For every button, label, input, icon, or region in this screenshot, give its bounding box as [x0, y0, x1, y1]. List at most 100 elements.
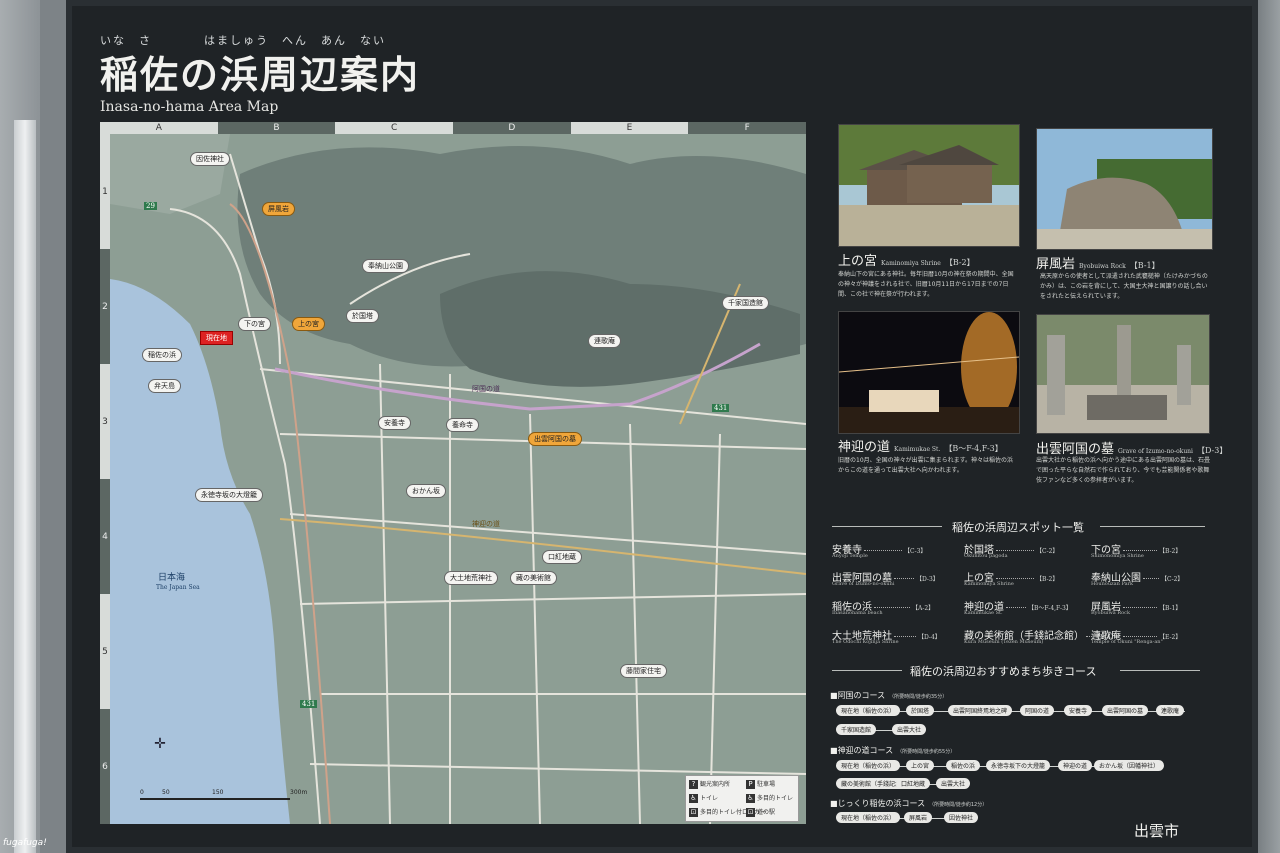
- place-byobuiwa: 屏風岩: [262, 202, 295, 216]
- place-shimonomiya: 下の宮: [238, 317, 271, 331]
- spot-item: 安養寺 【C-3】 Anyoji Temple: [832, 545, 927, 559]
- photo-title-kamimukae: 神迎の道 Kamimukae St. 【B～F-4,F-3】: [838, 440, 1003, 455]
- course-stop: 連歌庵: [1156, 705, 1185, 716]
- course-stop: 因佐神社: [944, 812, 979, 823]
- spot-item: 大土地荒神社 【D-4】 The Odochi Kojinja Shrine: [832, 631, 941, 645]
- grid-column-labels: A B C D E F: [100, 122, 807, 134]
- course-stop: 現在地（稲佐の浜）: [836, 812, 901, 823]
- course-stop: 神迎の道: [1058, 760, 1093, 771]
- okuni-road-label: 阿国の道: [472, 385, 500, 393]
- legend-item: ? 観光案内所: [689, 779, 730, 789]
- course-stop: 現在地（稲佐の浜）: [836, 705, 901, 716]
- route-number: 431: [712, 404, 730, 412]
- course-stop: 上の宮: [906, 760, 935, 771]
- place-okanzaka: おかん坂: [406, 484, 446, 498]
- divider: [832, 526, 942, 527]
- divider: [1100, 526, 1205, 527]
- course-stop: 千家国造館: [836, 724, 877, 735]
- place-hounou-park: 奉納山公園: [362, 259, 409, 273]
- place-kuchibeni: 口紅地蔵: [542, 550, 582, 564]
- course-stop: 屏風岩: [904, 812, 933, 823]
- courses-title: 稲佐の浜周辺おすすめまち歩きコース: [910, 665, 1097, 678]
- info-icon: ?: [689, 780, 698, 789]
- map-legend: ? 観光案内所 P 駐車場 ♿ トイレ ♿ 多目的トイレ ⊡ 多目的トイレ付ロッカー ⊡ 道…: [685, 775, 799, 822]
- spot-item: 出雲阿国の墓 【D-3】 Grave of Izumo-no-okuni: [832, 573, 939, 587]
- photo-title-byobuiwa: 屏風岩 Byobuiwa Rock 【B-1】: [1036, 257, 1160, 272]
- photo-byobuiwa: [1036, 128, 1213, 250]
- course-stop: おかん坂（因幡神社）: [1094, 760, 1165, 771]
- accessible-toilet-icon: ♿: [746, 794, 755, 803]
- spot-item: 上の宮 【B-2】 Kaminomiya Shrine: [964, 573, 1059, 587]
- parking-icon: P: [746, 780, 755, 789]
- map-canvas: [110, 134, 806, 824]
- course-stop: 出雲阿国終焉地之碑: [948, 705, 1013, 716]
- course-stop: 阿国の道: [1020, 705, 1055, 716]
- place-kaminomiya: 上の宮: [292, 317, 325, 331]
- place-bentenjima: 弁天島: [148, 379, 181, 393]
- grid-col: B: [217, 122, 336, 134]
- sea-label-jp: 日本海: [158, 573, 186, 583]
- photo-kaminomiya: [838, 124, 1020, 247]
- photo-desc-kaminomiya: 奉納山下の宮にある神社。毎年旧暦10月の神在祭の期間中、全国の神々が神議をされる…: [838, 271, 1014, 298]
- spot-item: 奉納山公園 【C-2】 Hounouzan Park: [1091, 573, 1184, 587]
- course-stop: 永徳寺坂下の大燈籠: [986, 760, 1051, 771]
- divider: [832, 670, 902, 671]
- grid-row-labels: 1 2 3 4 5 6: [100, 134, 110, 824]
- place-daidokoro: 大土地荒神社: [444, 571, 498, 585]
- drain-pipe: [14, 120, 36, 853]
- scale-label: 0: [140, 789, 144, 796]
- scale-label: 150: [212, 789, 224, 796]
- place-kura: 藏の美術館: [510, 571, 557, 585]
- grid-row: 5: [100, 594, 110, 709]
- toilet-icon: ♿: [689, 794, 698, 803]
- grid-row: 2: [100, 249, 110, 364]
- legend-item: ♿ トイレ: [689, 794, 719, 803]
- course-stop: 出雲阿国の墓: [1102, 705, 1149, 716]
- place-yoshinji: 養命寺: [446, 418, 479, 432]
- spot-item: 連歌庵 【E-2】 Temple of Okuni "Renga-an": [1091, 631, 1182, 645]
- place-rengean: 連歌庵: [588, 334, 621, 348]
- scale-label: 50: [162, 789, 170, 796]
- legend-item: ♿ 多目的トイレ: [746, 794, 794, 803]
- divider: [1120, 670, 1200, 671]
- place-anyoji: 安養寺: [378, 416, 411, 430]
- photo-desc-byobuiwa: 高天原からの使者として派遣された武甕槌神（たけみかづちのかみ）は、この岩を背にし…: [1040, 273, 1208, 300]
- grid-col: A: [100, 122, 218, 134]
- grid-col: C: [335, 122, 454, 134]
- place-senge: 千家国造館: [722, 296, 769, 310]
- sea-label-en: The Japan Sea: [156, 584, 200, 591]
- photo-title-okuni-grave: 出雲阿国の墓 Grave of Izumo-no-okuni 【D-3】: [1036, 442, 1228, 457]
- photo-desc-kamimukae: 旧暦の10月、全国の神々が出雲に集まられます。神々は稲佐の浜からこの道を通って出…: [838, 457, 1014, 474]
- grid-col: F: [688, 122, 807, 134]
- legend-item: ⊡ 道の駅: [746, 808, 776, 817]
- place-inasanohama: 稲佐の浜: [142, 348, 182, 362]
- spot-item: 於国塔 【C-2】 Okunitou pagoda: [964, 545, 1059, 559]
- grid-row: 4: [100, 479, 110, 594]
- course-stop: 於国塔: [906, 705, 935, 716]
- spot-item: 神迎の道 【B～F-4,F-3】 Kamimukae St.: [964, 602, 1072, 616]
- spot-item: 下の宮 【B-2】 Shimonomiya Shrine: [1091, 545, 1182, 559]
- route-number: 431: [300, 700, 318, 708]
- kamimukae-road-label: 神迎の道: [472, 520, 500, 528]
- route-number: 29: [144, 202, 157, 210]
- course-stop: 稲佐の浜: [946, 760, 981, 771]
- course-jikkuri-header: ■じっくり稲佐の浜コース （所要時間/徒歩約12分）: [830, 799, 988, 808]
- course-stop: 出雲大社: [936, 778, 971, 789]
- grid-col: E: [570, 122, 689, 134]
- spot-list-title: 稲佐の浜周辺スポット一覧: [952, 521, 1084, 534]
- course-stop: 出雲大社: [892, 724, 927, 735]
- scale-label: 300m: [290, 789, 308, 796]
- place-fujima: 藤間家住宅: [620, 664, 667, 678]
- course-stop: 現在地（稲佐の浜）: [836, 760, 901, 771]
- roadside-station-icon: ⊡: [746, 808, 755, 817]
- course-stop: 口紅地蔵: [896, 778, 931, 789]
- legend-item: P 駐車場: [746, 779, 775, 789]
- map-scale: 0 50 150 300m: [140, 789, 307, 804]
- area-map: A B C D E F 1 2 3 4 5 6 因佐神社 屏風岩 奉納山公園 下…: [100, 122, 807, 824]
- place-inasa-shrine: 因佐神社: [190, 152, 230, 166]
- place-eitokuji: 永徳寺坂の大燈籠: [195, 488, 263, 502]
- city-name: 出雲市: [1134, 822, 1180, 840]
- photo-okuni-grave: [1036, 314, 1210, 434]
- place-okuni-grave: 出雲阿国の墓: [528, 432, 582, 446]
- course-stop: 安養寺: [1064, 705, 1093, 716]
